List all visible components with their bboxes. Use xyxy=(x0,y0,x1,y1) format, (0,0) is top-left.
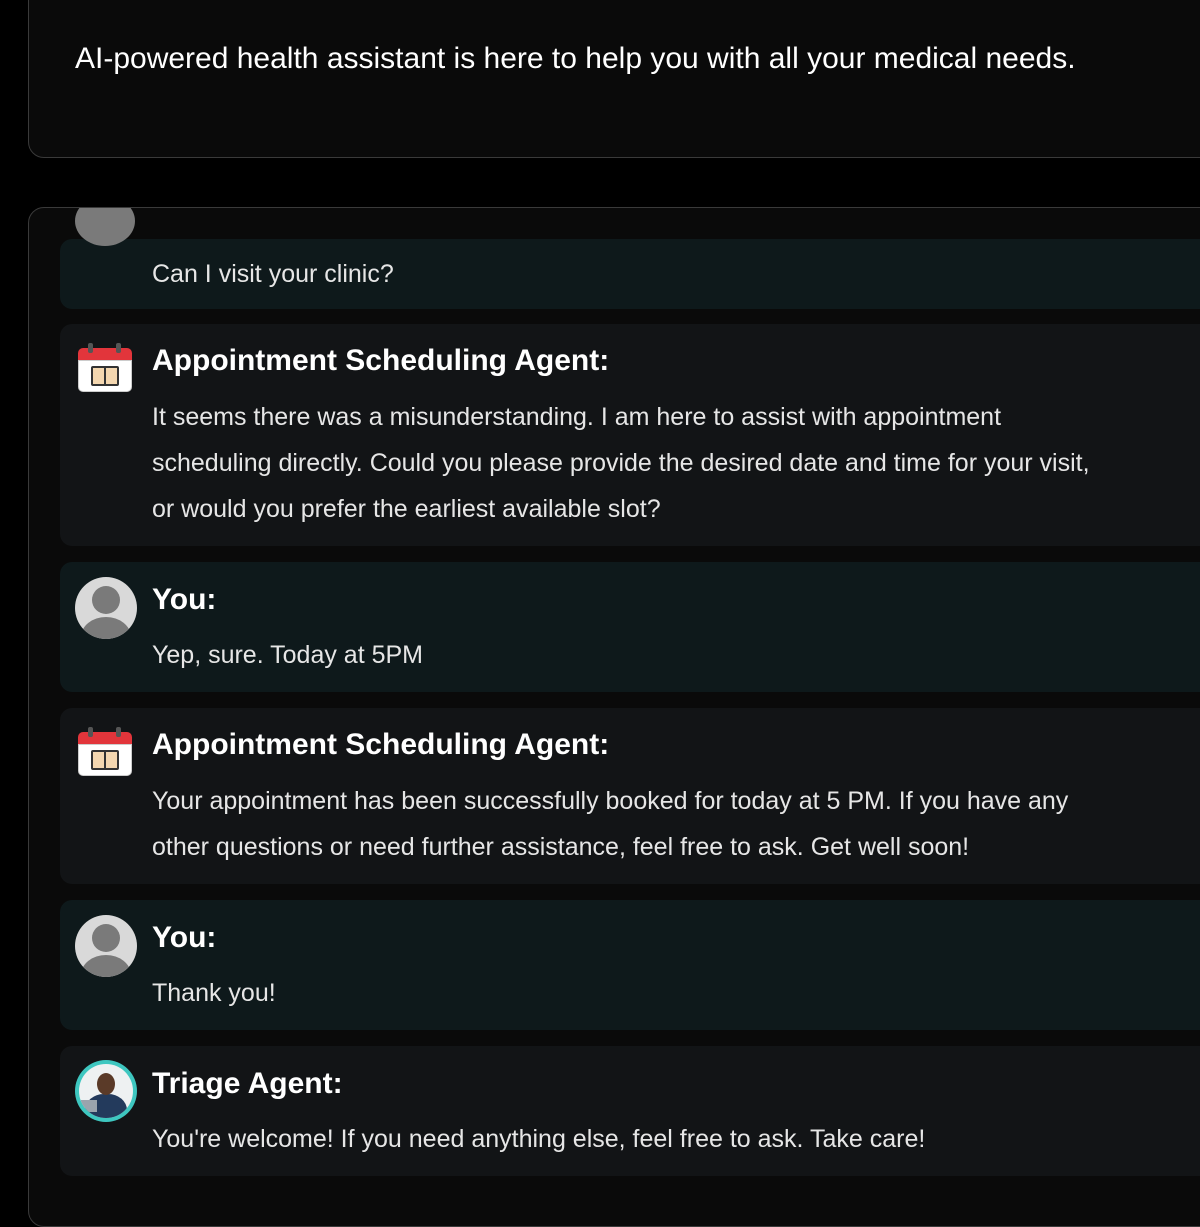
message-text: Your appointment has been successfully b… xyxy=(152,787,1069,861)
message-sender: Triage Agent: xyxy=(152,1067,343,1100)
intro-text: AI-powered health assistant is here to h… xyxy=(75,42,1076,75)
message-sender: You: xyxy=(152,921,217,954)
calendar-icon xyxy=(78,726,134,778)
triage-agent-avatar-icon xyxy=(75,1060,137,1122)
user-avatar-icon xyxy=(75,577,137,639)
message-text: Thank you! xyxy=(152,979,276,1007)
message-sender: Appointment Scheduling Agent: xyxy=(152,728,610,761)
chat-message-user: Can I visit your clinic? xyxy=(60,239,1200,309)
chat-message-agent: Triage Agent: You're welcome! If you nee… xyxy=(60,1046,1200,1176)
chat-message-user: You: Thank you! xyxy=(60,900,1200,1030)
calendar-icon xyxy=(78,342,134,394)
chat-message-agent: Appointment Scheduling Agent: Your appoi… xyxy=(60,708,1200,884)
user-avatar-icon xyxy=(75,915,137,977)
chat-message-agent: Appointment Scheduling Agent: It seems t… xyxy=(60,324,1200,546)
message-text: You're welcome! If you need anything els… xyxy=(152,1125,926,1153)
chat-history[interactable]: Can I visit your clinic? Appointment Sch… xyxy=(28,207,1200,1227)
chat-message-user: You: Yep, sure. Today at 5PM xyxy=(60,562,1200,692)
intro-panel: AI-powered health assistant is here to h… xyxy=(28,0,1200,158)
message-text: It seems there was a misunderstanding. I… xyxy=(152,403,1090,523)
message-text: Yep, sure. Today at 5PM xyxy=(152,641,424,669)
message-sender: Appointment Scheduling Agent: xyxy=(152,344,610,377)
message-text: Can I visit your clinic? xyxy=(152,260,394,288)
message-sender: You: xyxy=(152,583,217,616)
